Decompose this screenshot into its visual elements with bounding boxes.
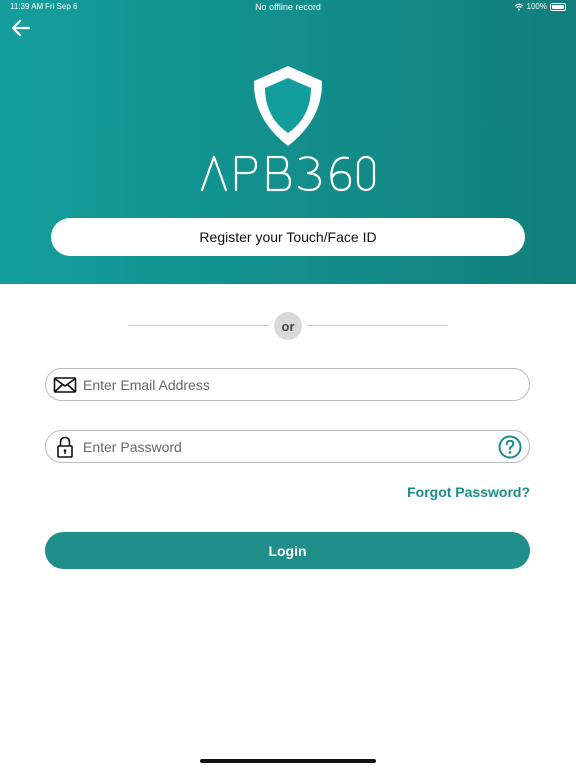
password-field[interactable] bbox=[45, 430, 530, 463]
login-button[interactable]: Login bbox=[45, 532, 530, 569]
battery-icon bbox=[550, 3, 566, 11]
password-input[interactable] bbox=[83, 432, 498, 461]
back-arrow-icon[interactable] bbox=[9, 16, 33, 40]
divider-left-line bbox=[128, 325, 269, 326]
home-indicator bbox=[200, 759, 376, 763]
or-divider-badge: or bbox=[274, 312, 302, 340]
wifi-icon bbox=[514, 3, 523, 11]
status-bar: 11:39 AM Fri Sep 6 No offline record 100… bbox=[0, 0, 576, 14]
offline-record-status: No offline record bbox=[255, 2, 321, 12]
envelope-icon bbox=[53, 376, 77, 393]
forgot-password-link[interactable]: Forgot Password? bbox=[407, 484, 530, 500]
shield-logo-icon bbox=[253, 66, 323, 146]
apb360-logo-wordmark bbox=[200, 155, 376, 192]
question-circle-icon[interactable] bbox=[498, 435, 522, 459]
register-touch-face-id-button[interactable]: Register your Touch/Face ID bbox=[51, 218, 525, 256]
lock-icon bbox=[57, 436, 73, 458]
email-input[interactable] bbox=[83, 370, 529, 399]
status-right: 100% bbox=[514, 0, 566, 14]
battery-percent: 100% bbox=[526, 2, 547, 11]
email-field[interactable] bbox=[45, 368, 530, 401]
header-banner: 11:39 AM Fri Sep 6 No offline record 100… bbox=[0, 0, 576, 284]
divider-right-line bbox=[307, 325, 448, 326]
status-center: No offline record bbox=[0, 0, 576, 14]
